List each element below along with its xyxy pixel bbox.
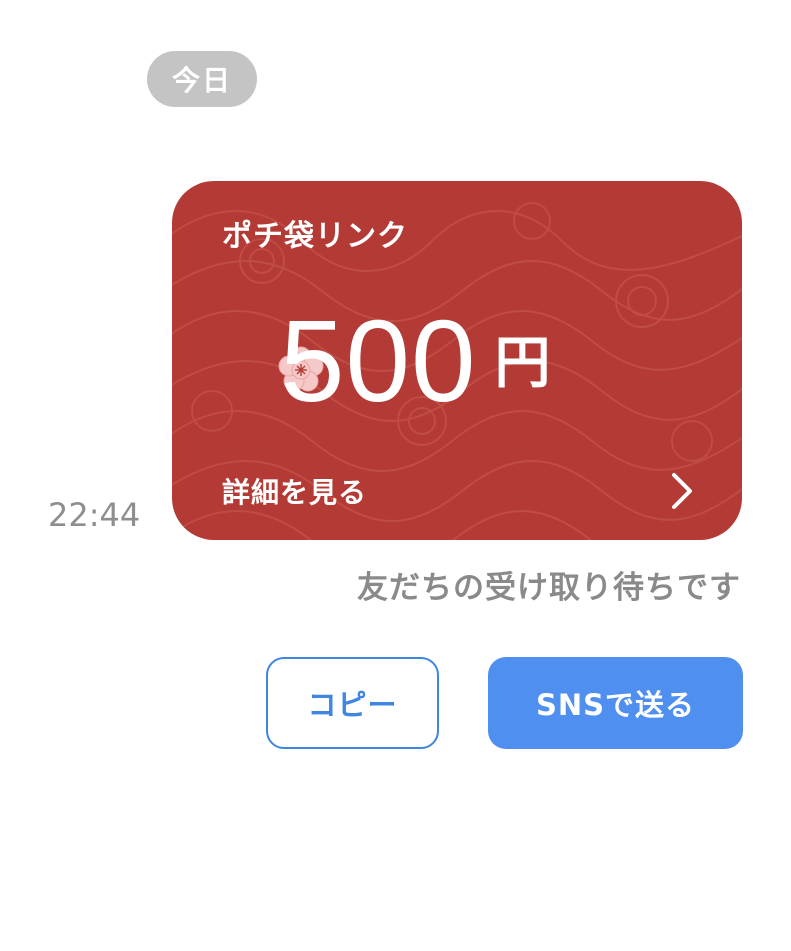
sns-button-label: SNSで送る [535, 688, 696, 722]
receipt-status: 友だちの受け取り待ちです [357, 570, 741, 606]
gift-envelope-card[interactable]: ポチ袋リンク 500 円 詳細を見る [172, 181, 742, 540]
message-timestamp: 22:44 [48, 496, 141, 534]
date-label: 今日 [171, 64, 232, 97]
send-via-sns-button[interactable]: SNSで送る [488, 657, 743, 749]
chevron-right-icon[interactable] [670, 471, 694, 511]
amount-value: 500 [280, 296, 477, 426]
currency-label: 円 [494, 331, 551, 396]
copy-button-label: コピー [307, 688, 398, 722]
amount-display: 500 円 [280, 291, 551, 421]
date-divider: 今日 [147, 51, 257, 107]
copy-button[interactable]: コピー [266, 657, 439, 749]
view-details-link[interactable]: 詳細を見る [222, 471, 367, 511]
card-title: ポチ袋リンク [222, 219, 408, 254]
